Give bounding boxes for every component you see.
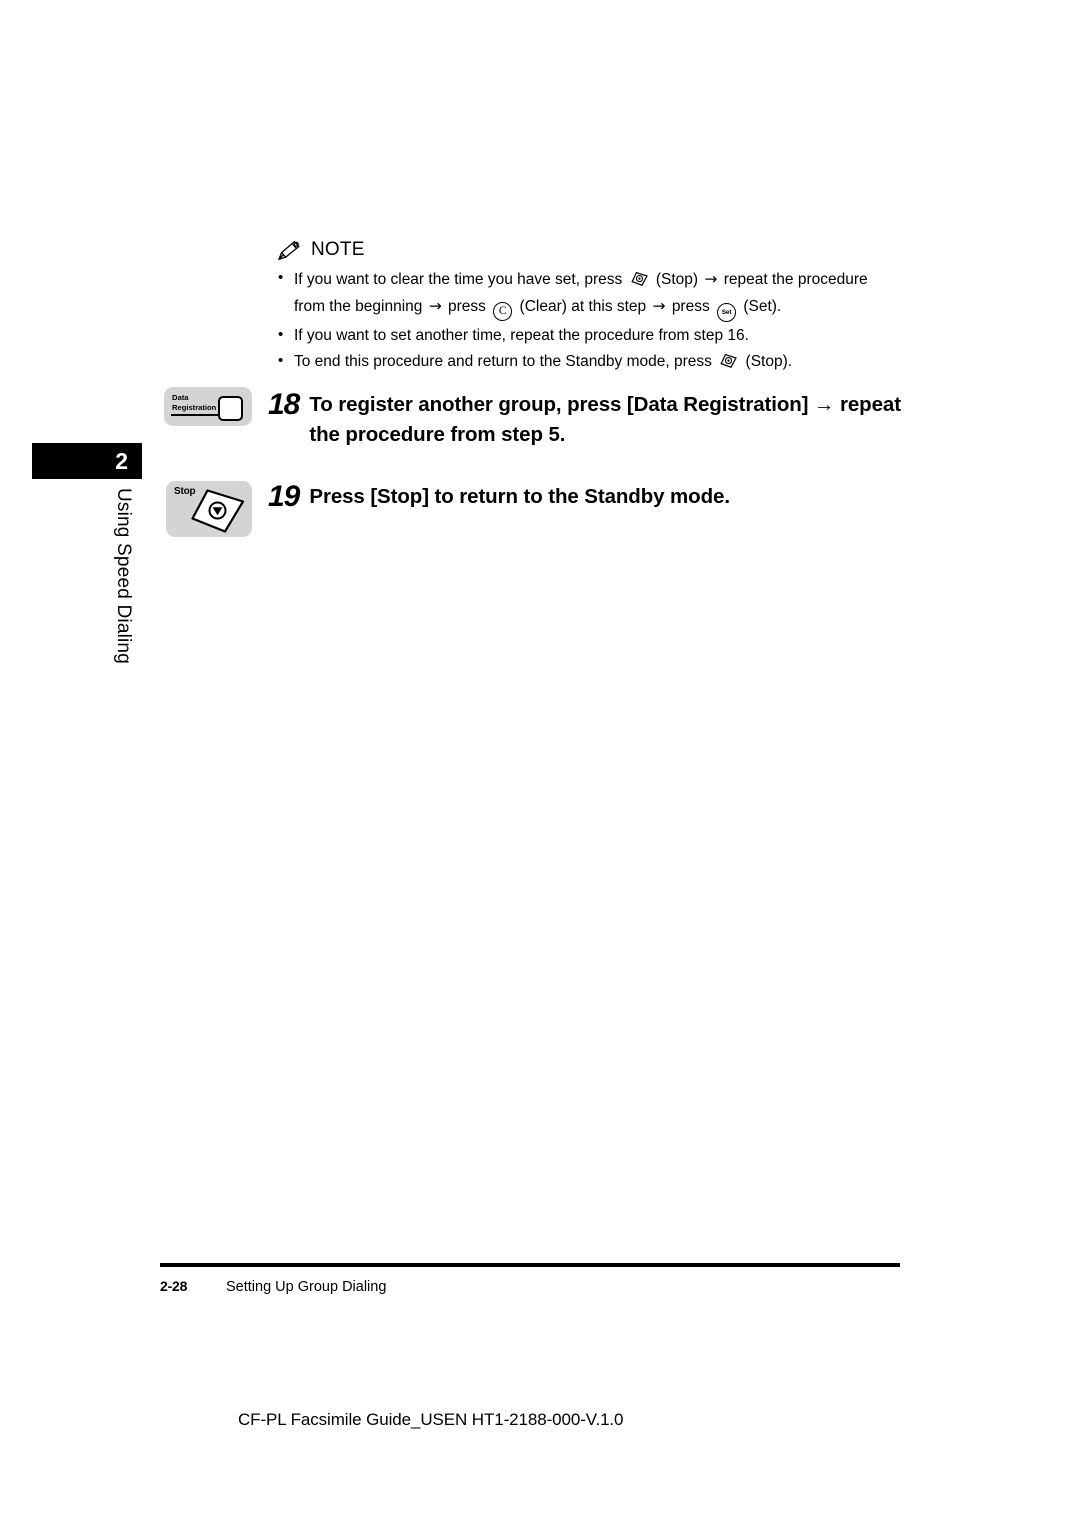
arrow-icon: → <box>428 296 442 315</box>
note-item-1-text-g: press <box>671 297 710 315</box>
footer: 2-28 Setting Up Group Dialing <box>160 1278 386 1295</box>
chapter-title-vertical: Using Speed Dialing <box>103 488 143 688</box>
stop-key-icon <box>630 271 649 295</box>
note-title: NOTE <box>311 239 365 260</box>
clear-key-icon: C <box>493 301 513 321</box>
document-code: CF-PL Facsimile Guide_USEN HT1-2188-000-… <box>238 1410 624 1429</box>
chapter-tab: 2 <box>32 443 142 479</box>
chapter-title-text: Using Speed Dialing <box>113 488 134 664</box>
note-item-1-text-b: (Stop) <box>655 271 699 288</box>
note-item: To end this procedure and return to the … <box>276 350 906 377</box>
data-registration-button[interactable]: Data Registration <box>164 387 252 426</box>
data-registration-button-label: Data Registration <box>172 393 216 412</box>
chapter-number: 2 <box>115 447 128 474</box>
step-18-number: 18 <box>268 388 300 421</box>
pencil-icon <box>276 240 302 262</box>
step-19-number: 19 <box>268 480 300 513</box>
note-item-1-text-a: If you want to clear the time you have s… <box>294 271 623 288</box>
note-item: If you want to clear the time you have s… <box>276 267 906 323</box>
data-registration-key-square[interactable] <box>218 396 243 421</box>
note-header: NOTE <box>276 238 906 264</box>
step-18-line1: To register another group, press [Data R… <box>309 393 901 416</box>
note-list: If you want to clear the time you have s… <box>276 267 906 377</box>
footer-section-title: Setting Up Group Dialing <box>226 1279 387 1295</box>
note-item-1-text-e: press <box>448 297 486 315</box>
set-key-icon: Set <box>717 303 737 323</box>
note-item-1-text-f: (Clear) at this step <box>519 297 647 315</box>
step-19: 19 Press [Stop] to return to the Standby… <box>268 480 908 513</box>
stop-button[interactable]: Stop <box>166 481 252 537</box>
step-18-line2: the procedure from step 5. <box>309 423 566 446</box>
note-item-2-text: If you want to set another time, repeat … <box>294 327 749 345</box>
note-item-3-text-a: To end this procedure and return to the … <box>294 352 712 370</box>
stop-key-shape-icon <box>191 489 245 533</box>
note-item-1-text-c: repeat the procedure <box>723 271 868 288</box>
data-registration-label-line2: Registration <box>172 402 217 412</box>
note-item-1-text-d: from the beginning <box>294 297 423 315</box>
stop-key-icon <box>719 353 738 377</box>
step-18-text: To register another group, press [Data R… <box>309 388 901 450</box>
step-18: 18 To register another group, press [Dat… <box>268 388 908 450</box>
arrow-icon: → <box>704 270 718 288</box>
footer-page-number: 2-28 <box>160 1278 188 1294</box>
data-registration-label-line1: Data <box>172 393 189 402</box>
note-item-1-text-h: (Set). <box>743 297 782 315</box>
footer-divider <box>160 1263 900 1267</box>
step-19-text: Press [Stop] to return to the Standby mo… <box>309 485 730 508</box>
note-item-3-text-b: (Stop). <box>745 352 793 370</box>
note-item: If you want to set another time, repeat … <box>276 324 906 348</box>
arrow-icon: → <box>652 296 666 315</box>
data-registration-underline <box>171 414 225 416</box>
note-block: NOTE If you want to clear the time you h… <box>276 238 906 379</box>
